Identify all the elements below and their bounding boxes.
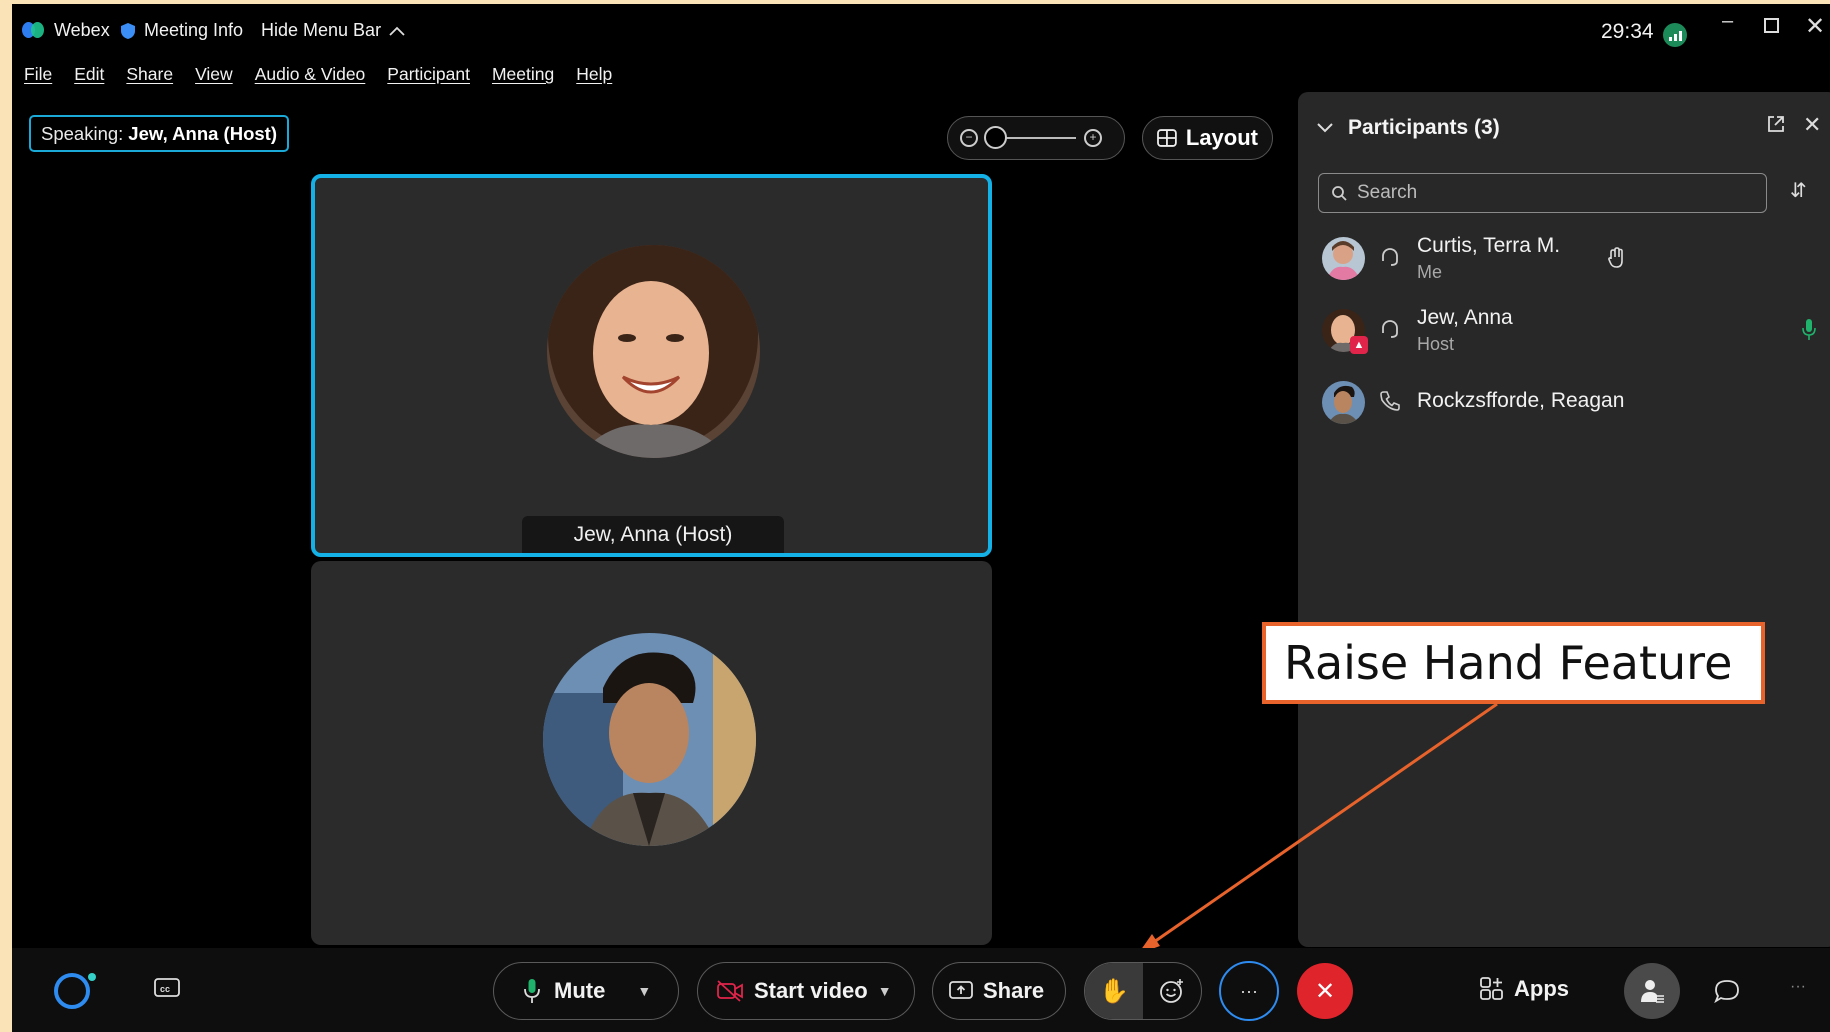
start-video-button[interactable]: Start video ▼ — [697, 962, 915, 1020]
webex-assistant-icon[interactable] — [54, 973, 90, 1009]
more-options-button[interactable]: ··· — [1219, 961, 1279, 1021]
share-button[interactable]: Share — [932, 962, 1066, 1020]
video-off-icon — [717, 980, 743, 1002]
svg-text:cc: cc — [160, 984, 170, 994]
raise-hand-icon: ✋ — [1099, 977, 1129, 1005]
close-icon: ✕ — [1314, 977, 1336, 1005]
participants-icon — [1641, 980, 1664, 1003]
raise-hand-reactions-group: ✋ — [1084, 962, 1202, 1020]
meeting-controls: cc Mute ▼ Start video ▼ Share ✋ ··· ✕ Ap… — [12, 948, 1830, 1032]
end-call-button[interactable]: ✕ — [1297, 963, 1353, 1019]
raise-hand-button[interactable]: ✋ — [1085, 963, 1143, 1019]
share-screen-icon — [949, 981, 973, 999]
apps-icon — [1480, 977, 1503, 1000]
chat-icon[interactable] — [1714, 979, 1740, 1003]
more-label: ··· — [1240, 980, 1258, 1001]
annotation-arrow — [1138, 702, 1498, 954]
mute-label: Mute — [554, 978, 606, 1003]
chevron-down-icon[interactable]: ▼ — [637, 983, 651, 999]
emoji-reaction-icon — [1160, 979, 1183, 1003]
webex-window: Webex Meeting Info Hide Menu Bar 29:34 –… — [12, 4, 1830, 1032]
participants-toggle-button[interactable] — [1624, 963, 1680, 1019]
mute-button[interactable]: Mute ▼ — [493, 962, 679, 1020]
closed-captions-icon[interactable]: cc — [154, 978, 180, 1000]
chevron-down-icon[interactable]: ▼ — [878, 983, 892, 999]
apps-label: Apps — [1514, 976, 1569, 1001]
microphone-icon — [524, 979, 540, 1003]
reactions-button[interactable] — [1143, 963, 1201, 1019]
overflow-menu-icon[interactable]: ··· — [1790, 978, 1806, 996]
apps-button[interactable]: Apps — [1480, 976, 1569, 1002]
start-video-label: Start video — [754, 978, 868, 1003]
share-label: Share — [983, 978, 1045, 1003]
assistant-dot — [88, 973, 96, 981]
